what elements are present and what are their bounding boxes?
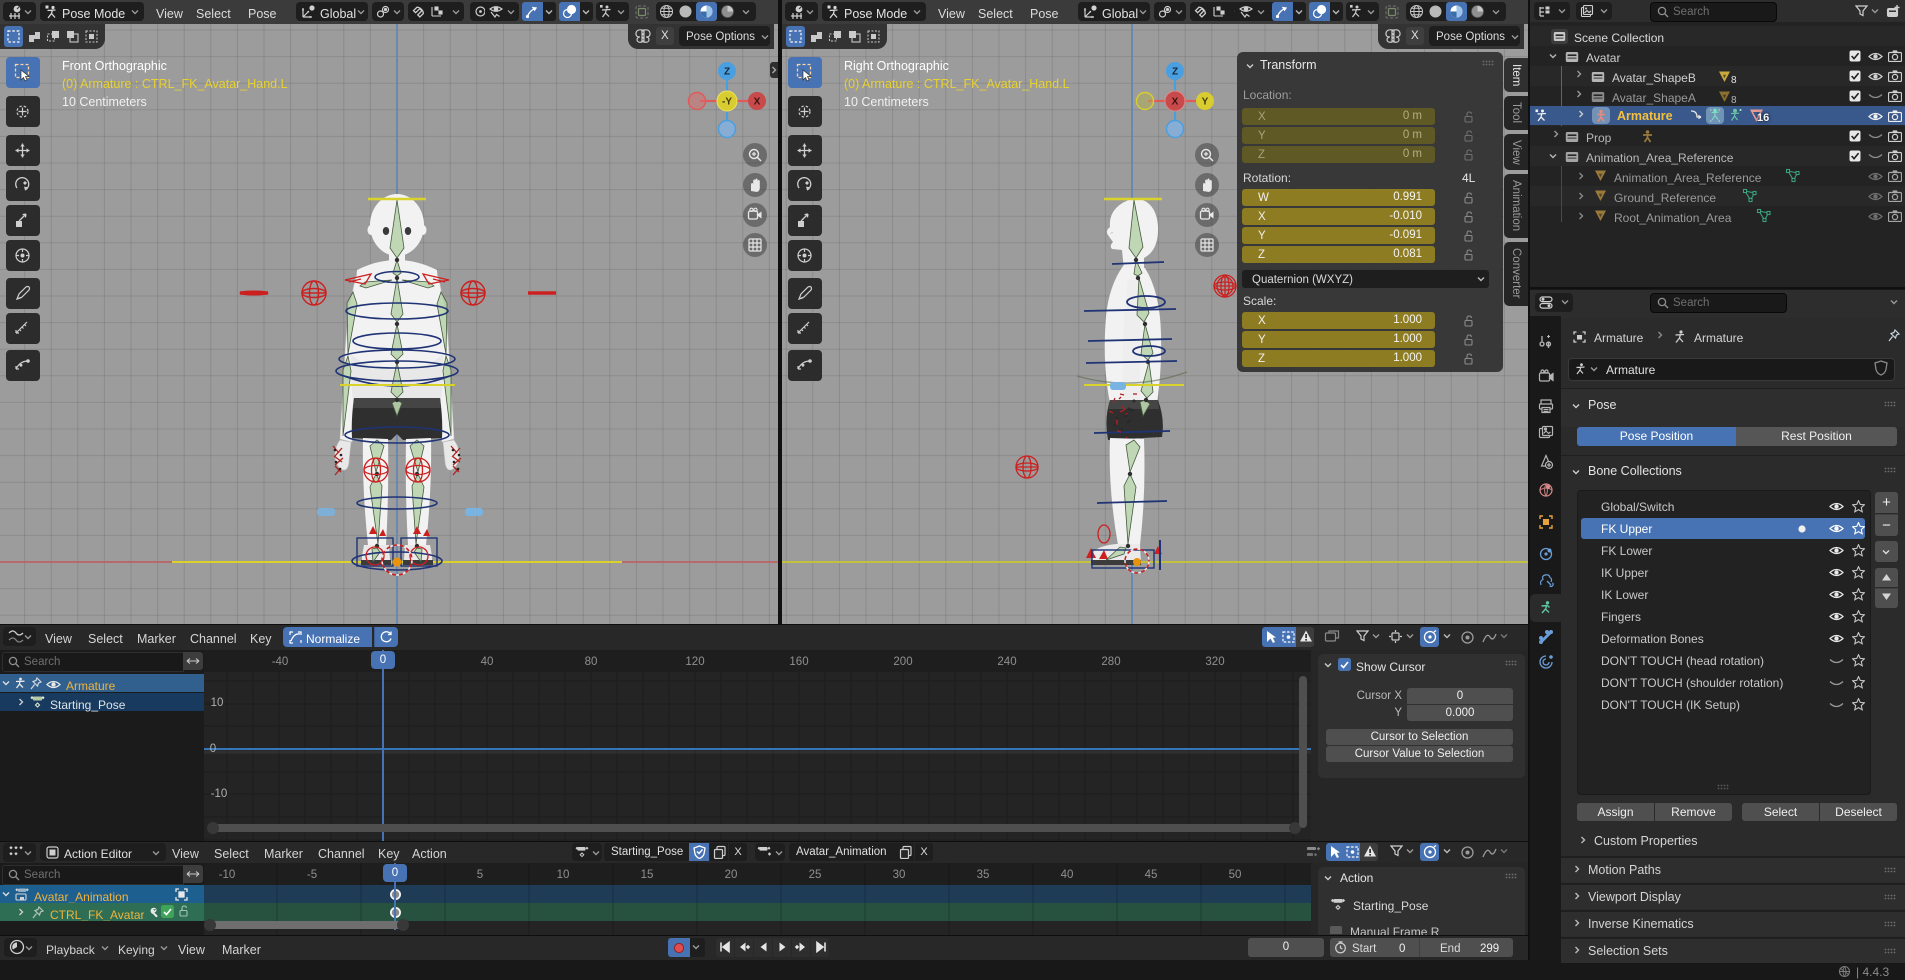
svg-text:Z: Z	[1172, 67, 1178, 78]
svg-text:Z: Z	[724, 67, 730, 78]
svg-text:X: X	[754, 97, 761, 108]
svg-text:-Y: -Y	[722, 97, 732, 108]
svg-text:Y: Y	[1202, 97, 1209, 108]
svg-text:X: X	[1172, 97, 1179, 108]
